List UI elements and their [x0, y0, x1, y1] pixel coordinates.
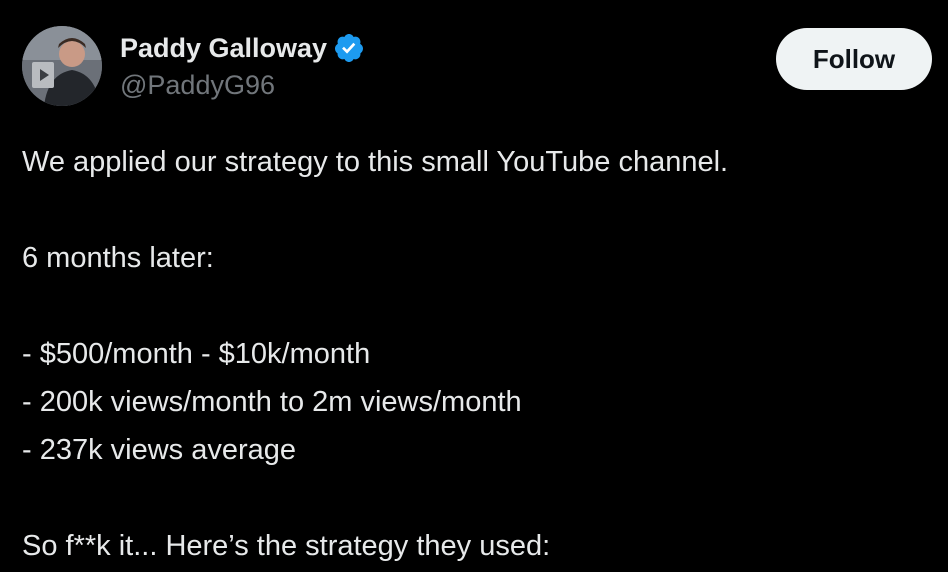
user-handle[interactable]: @PaddyG96	[120, 68, 680, 102]
tweet-line: 6 months later:	[22, 242, 214, 274]
tweet-line: We applied our strategy to this small Yo…	[22, 146, 729, 178]
tweet-text: We applied our strategy to this small Yo…	[22, 138, 932, 570]
author-info: Paddy Galloway @PaddyG96	[120, 28, 680, 102]
tweet-card: Paddy Galloway @PaddyG96 Follow We appli…	[0, 0, 948, 572]
tweet-line: - 200k views/month to 2m views/month	[22, 386, 522, 418]
tweet-line: - $500/month - $10k/month	[22, 338, 371, 370]
display-name[interactable]: Paddy Galloway	[120, 30, 327, 66]
follow-button[interactable]: Follow	[776, 28, 932, 90]
tweet-header: Paddy Galloway @PaddyG96 Follow	[22, 26, 932, 108]
avatar-image	[22, 26, 102, 106]
tweet-line: - 237k views average	[22, 434, 297, 466]
verified-badge-icon	[333, 32, 365, 64]
tweet-line: So f**k it... Here’s the strategy they u…	[22, 530, 551, 562]
name-row: Paddy Galloway	[120, 28, 680, 68]
avatar[interactable]	[22, 26, 102, 106]
